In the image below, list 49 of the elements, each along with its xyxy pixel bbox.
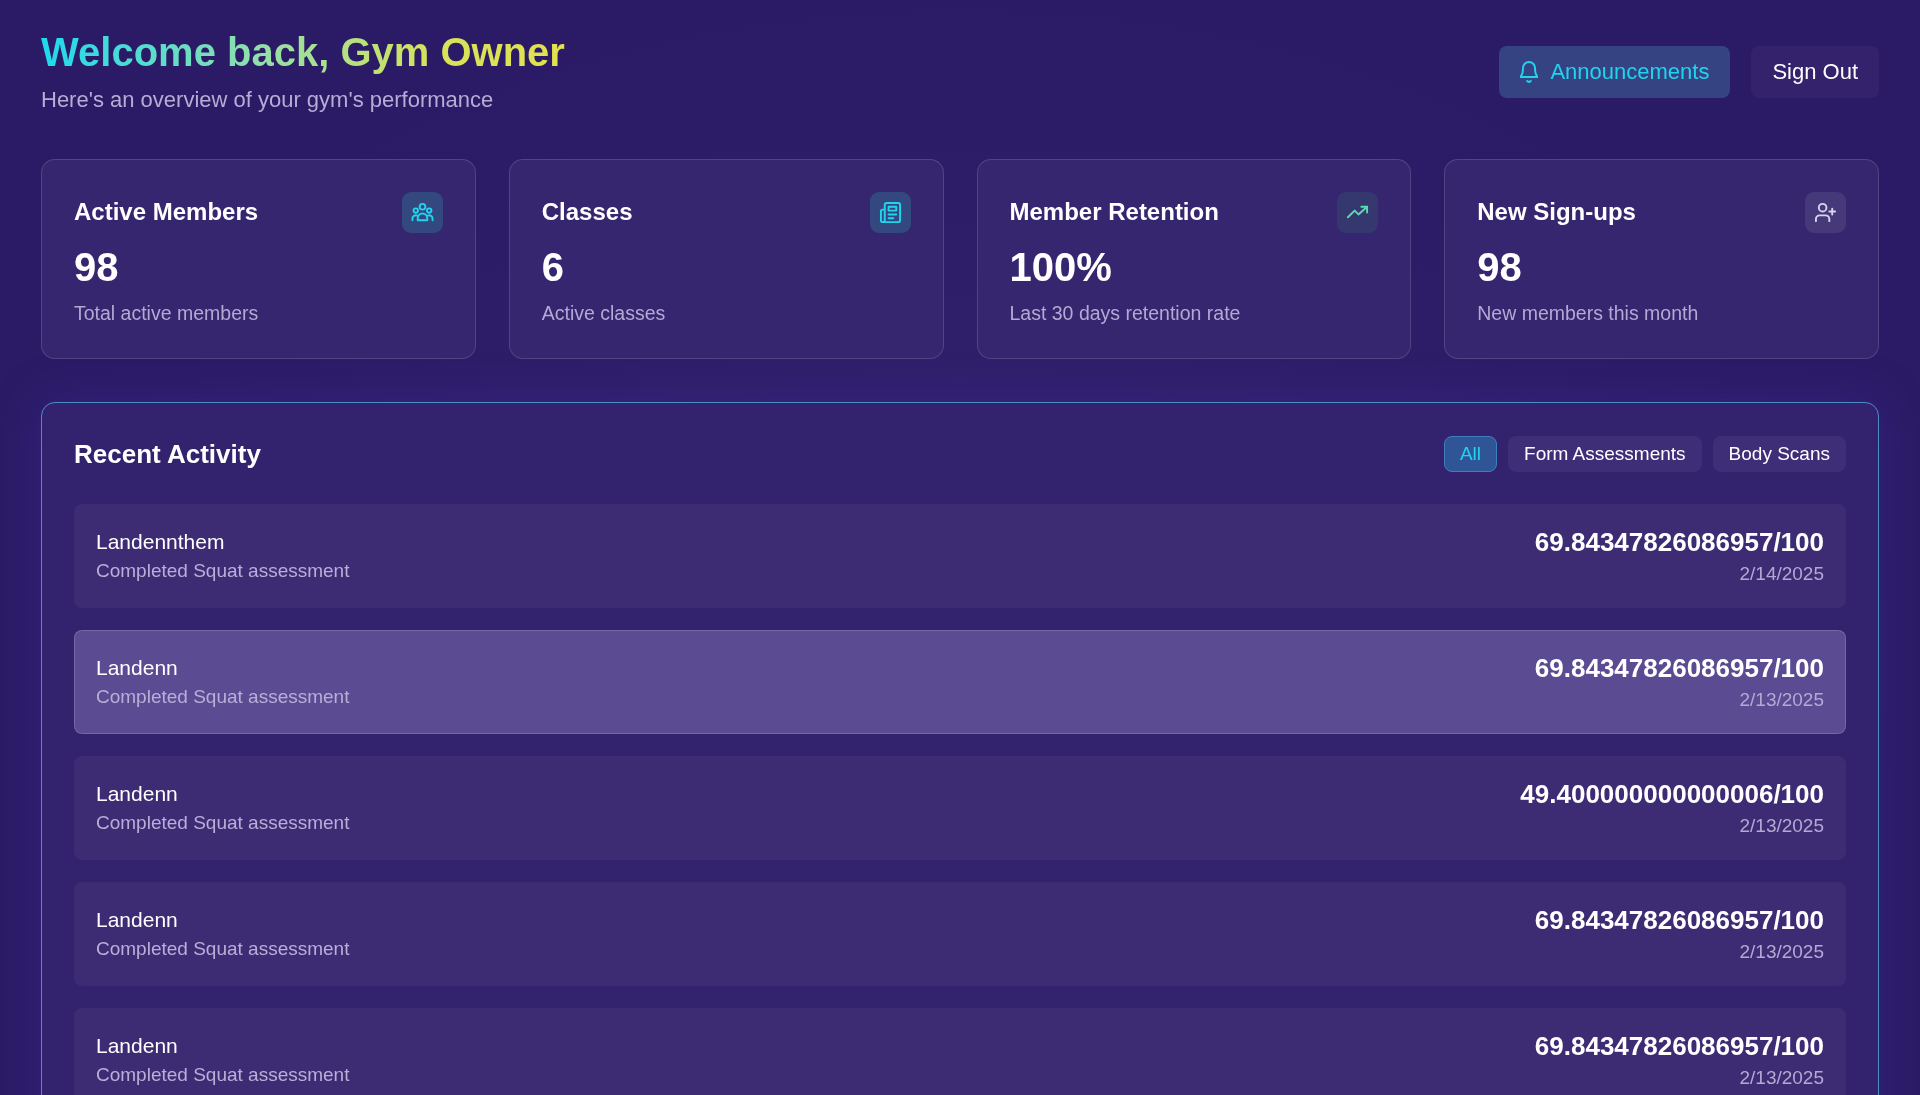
stat-caption: Total active members: [74, 302, 260, 325]
section-title: Recent Activity: [74, 438, 261, 470]
member-name: Landenn: [96, 908, 179, 932]
member-name: Landenn: [96, 656, 179, 680]
score-text: 69.84347826086957/100: [1534, 653, 1824, 684]
user-plus-icon: [1805, 191, 1846, 233]
stat-title: New Sign-ups: [1477, 198, 1636, 226]
stat-title: Active Members: [74, 198, 259, 226]
activity-detail: Completed Squat assessment: [96, 1064, 350, 1086]
member-name: Landennthem: [96, 530, 226, 554]
stat-value: 98: [74, 244, 120, 290]
activity-row[interactable]: Landenn Completed Squat assessment 69.84347826086957/100 2/13/2025: [74, 630, 1846, 734]
stat-caption: Active classes: [541, 302, 667, 325]
filter-tab[interactable]: Form Assessments: [1508, 436, 1702, 472]
date-text: 2/13/2025: [1738, 815, 1824, 837]
stat-value: 98: [1477, 244, 1523, 290]
stat-title: Classes: [541, 198, 633, 226]
score-text: 69.84347826086957/100: [1534, 905, 1824, 936]
date-text: 2/13/2025: [1738, 941, 1824, 963]
page-subtitle: Here's an overview of your gym's performance: [41, 86, 495, 114]
trend-up-icon: [1337, 191, 1379, 233]
sign-out-button[interactable]: Sign Out: [1751, 46, 1879, 98]
activity-detail: Completed Squat assessment: [96, 938, 350, 960]
date-text: 2/13/2025: [1738, 689, 1824, 711]
date-text: 2/14/2025: [1738, 563, 1824, 585]
document-icon: [869, 191, 911, 233]
stat-value: 6: [541, 244, 565, 290]
activity-row[interactable]: Landenn Completed Squat assessment 69.84347826086957/100 2/13/2025: [74, 882, 1846, 986]
activity-detail: Completed Squat assessment: [96, 812, 350, 834]
people-icon: [401, 191, 443, 233]
bell-icon: [1520, 61, 1539, 83]
stat-caption: New members this month: [1477, 302, 1700, 325]
activity-row[interactable]: Landenn Completed Squat assessment 69.84347826086957/100 2/13/2025: [74, 1008, 1846, 1095]
stat-title: Member Retention: [1009, 198, 1219, 226]
filter-tab[interactable]: Body Scans: [1712, 436, 1846, 472]
date-text: 2/13/2025: [1738, 1067, 1824, 1089]
activity-detail: Completed Squat assessment: [96, 686, 350, 708]
activity-row[interactable]: Landenn Completed Squat assessment 49.400000000000006/100 2/13/2025: [74, 756, 1846, 860]
activity-detail: Completed Squat assessment: [96, 560, 350, 582]
stat-value: 100%: [1009, 244, 1113, 290]
activity-row[interactable]: Landennthem Completed Squat assessment 69.84347826086957/100 2/14/2025: [74, 504, 1846, 608]
filter-tab[interactable]: All: [1443, 436, 1498, 472]
score-text: 69.84347826086957/100: [1534, 1031, 1824, 1062]
score-text: 69.84347826086957/100: [1534, 527, 1824, 558]
member-name: Landenn: [96, 1034, 179, 1058]
member-name: Landenn: [96, 782, 179, 806]
score-text: 49.400000000000006/100: [1520, 779, 1824, 810]
stat-caption: Last 30 days retention rate: [1009, 302, 1242, 325]
announcements-button[interactable]: Announcements: [1499, 46, 1731, 98]
